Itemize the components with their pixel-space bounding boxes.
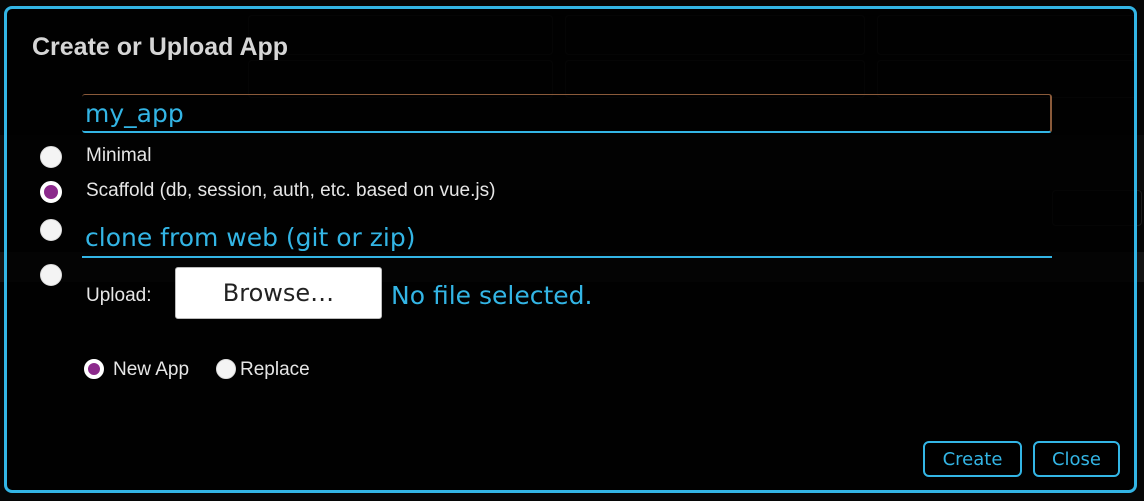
clone-url-input[interactable]	[82, 219, 1052, 258]
replace-label: Replace	[240, 359, 310, 380]
create-button[interactable]: Create	[923, 441, 1022, 477]
file-status-text: No file selected.	[391, 281, 593, 310]
clone-radio[interactable]	[40, 219, 62, 241]
scaffold-label: Scaffold (db, session, auth, etc. based …	[86, 180, 496, 201]
new-app-radio[interactable]	[84, 359, 104, 379]
replace-radio[interactable]	[216, 359, 236, 379]
minimal-radio[interactable]	[40, 146, 62, 168]
minimal-label: Minimal	[86, 145, 152, 166]
app-name-input[interactable]	[82, 94, 1052, 133]
scaffold-radio[interactable]	[40, 181, 62, 203]
dialog-title: Create or Upload App	[32, 33, 289, 61]
upload-label: Upload:	[86, 285, 152, 306]
upload-radio[interactable]	[40, 264, 62, 286]
new-app-label: New App	[113, 359, 190, 380]
create-upload-dialog: Create or Upload App Minimal Scaffold (d…	[4, 6, 1137, 493]
close-button[interactable]: Close	[1033, 441, 1120, 477]
browse-button[interactable]: Browse…	[175, 267, 382, 319]
